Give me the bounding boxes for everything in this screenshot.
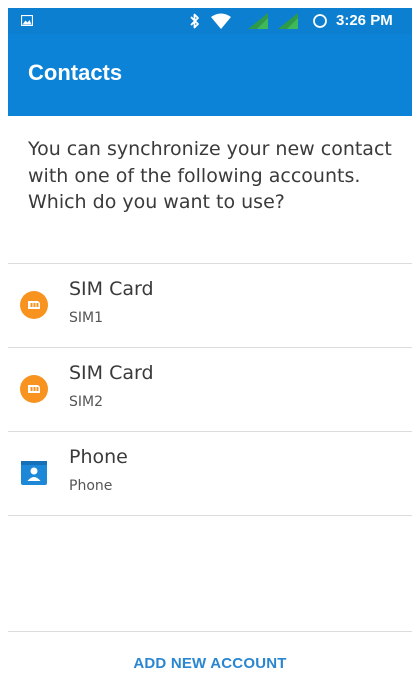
screen: 3:26 PM Contacts You can synchronize you…: [8, 8, 412, 686]
account-name: SIM Card: [69, 362, 154, 384]
account-name: SIM Card: [69, 278, 154, 300]
sim-card-icon: [20, 375, 48, 403]
image-icon: [21, 15, 33, 26]
sync-icon: [313, 14, 327, 28]
page-title: Contacts: [28, 60, 123, 85]
status-time: 3:26 PM: [336, 12, 393, 29]
divider: [8, 515, 412, 516]
account-name: Phone: [69, 446, 128, 468]
signal-icon: [248, 13, 268, 29]
account-item-sim1[interactable]: SIM Card SIM1: [8, 264, 412, 346]
bluetooth-icon: [190, 13, 199, 29]
account-subtitle: Phone: [69, 478, 113, 494]
wifi-icon: [211, 13, 231, 29]
signal-icon: [278, 13, 298, 29]
add-new-account-button[interactable]: ADD NEW ACCOUNT: [8, 645, 412, 683]
status-bar: 3:26 PM: [8, 8, 412, 34]
account-item-sim2[interactable]: SIM Card SIM2: [8, 348, 412, 430]
account-item-phone[interactable]: Phone Phone: [8, 432, 412, 514]
divider: [8, 631, 412, 632]
sync-message: You can synchronize your new contact wit…: [28, 138, 392, 213]
account-subtitle: SIM2: [69, 394, 104, 410]
account-subtitle: SIM1: [69, 310, 104, 326]
sim-card-icon: [20, 291, 48, 319]
app-bar: Contacts: [8, 34, 412, 116]
phone-contact-icon: [21, 461, 47, 485]
